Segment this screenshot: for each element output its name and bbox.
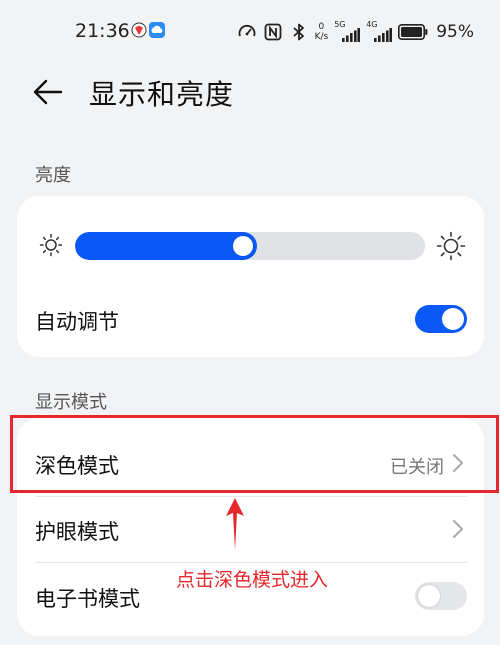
toggle-knob [442, 308, 464, 330]
divider [35, 562, 467, 563]
ebook-mode-label: 电子书模式 [35, 587, 140, 611]
ebook-mode-toggle[interactable] [415, 582, 467, 610]
network-speed: 0 K/s [315, 22, 329, 42]
sim1-signal: 5G [334, 21, 361, 43]
settings-screen: 21:36 0 K/s 5G 4G 95% 显示和亮度 亮度 自动调节 显示模式… [0, 0, 500, 645]
divider [35, 496, 467, 497]
network-speed-value: 0 [318, 22, 325, 32]
annotation-text: 点击深色模式进入 [176, 569, 329, 591]
status-time: 21:36 [75, 20, 130, 42]
page-title: 显示和亮度 [89, 78, 235, 111]
network-speed-unit: K/s [314, 32, 329, 42]
weather-notification-icon [149, 22, 165, 38]
battery-percent: 95% [436, 22, 474, 42]
display-mode-section-label: 显示模式 [35, 392, 107, 413]
nfc-icon [264, 23, 281, 41]
annotation-arrow-icon [226, 498, 244, 550]
brightness-slider-thumb[interactable] [233, 236, 253, 256]
eye-comfort-item[interactable]: 护眼模式 [35, 516, 119, 546]
auto-adjust-toggle[interactable] [415, 305, 467, 333]
bluetooth-icon [292, 23, 304, 41]
status-icons: 0 K/s 5G 4G 95% [237, 18, 474, 46]
auto-adjust-label: 自动调节 [35, 310, 119, 334]
brightness-high-icon [436, 231, 466, 261]
brightness-low-icon [39, 233, 63, 257]
dark-mode-highlight-box [10, 415, 499, 493]
toggle-knob [418, 585, 440, 607]
sim2-signal: 4G [366, 21, 393, 43]
back-button[interactable] [28, 72, 68, 112]
app-notification-icon [131, 22, 147, 38]
speedometer-icon [238, 24, 255, 37]
status-bar: 21:36 0 K/s 5G 4G 95% [0, 0, 500, 64]
brightness-section-label: 亮度 [35, 165, 71, 186]
battery-icon [398, 24, 428, 40]
signal-icon [374, 28, 393, 42]
chevron-right-icon [453, 520, 463, 538]
back-arrow-icon [33, 79, 63, 105]
signal-icon [342, 28, 361, 42]
brightness-slider-fill [75, 232, 257, 260]
